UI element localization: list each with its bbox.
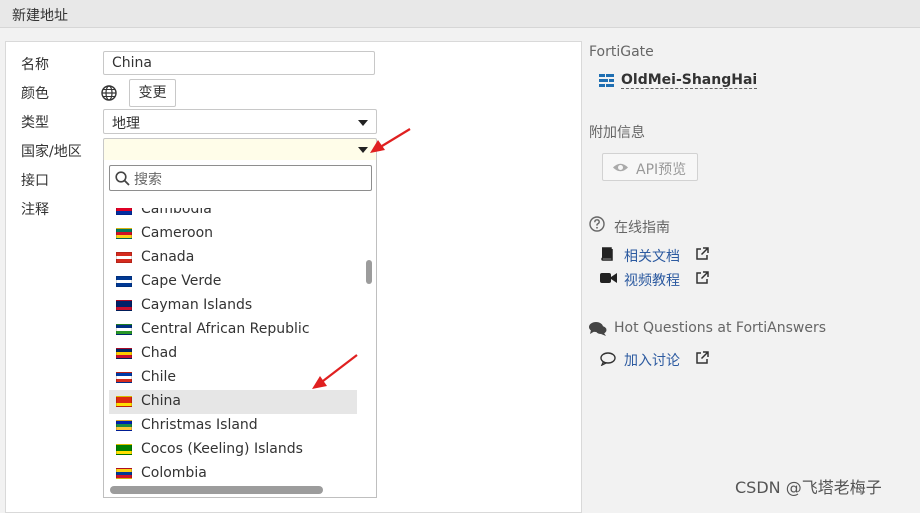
country-select[interactable] bbox=[103, 138, 377, 161]
globe-icon[interactable] bbox=[101, 85, 117, 101]
search-icon bbox=[115, 171, 130, 186]
country-search-input[interactable]: 搜索 bbox=[109, 165, 372, 191]
caret-down-icon bbox=[358, 120, 368, 126]
flag-icon bbox=[116, 300, 132, 311]
vertical-scrollbar[interactable] bbox=[366, 260, 372, 284]
online-guide-heading: 在线指南 bbox=[614, 220, 670, 236]
eye-icon bbox=[613, 163, 628, 172]
dialog-title-bar: 新建地址 bbox=[0, 0, 920, 28]
country-option[interactable]: Cameroon bbox=[109, 222, 357, 246]
watermark: CSDN @飞塔老梅子 bbox=[735, 478, 882, 497]
country-option[interactable]: Cocos (Keeling) Islands bbox=[109, 438, 357, 462]
country-option[interactable]: China bbox=[109, 390, 357, 414]
country-option-label: Central African Republic bbox=[141, 321, 310, 337]
related-docs-link[interactable]: 相关文档 bbox=[624, 246, 680, 266]
type-label: 类型 bbox=[21, 115, 49, 131]
country-option[interactable]: Colombia bbox=[109, 462, 357, 486]
change-color-button[interactable]: 变更 bbox=[129, 79, 176, 107]
api-preview-button[interactable]: API预览 bbox=[602, 153, 698, 181]
country-option-label: Cameroon bbox=[141, 225, 214, 241]
fortigate-heading: FortiGate bbox=[589, 44, 654, 60]
flag-icon bbox=[116, 348, 132, 359]
external-link-icon[interactable] bbox=[695, 247, 709, 261]
dialog-title: 新建地址 bbox=[12, 8, 68, 24]
comments-icon bbox=[589, 322, 607, 336]
country-option-label: Cape Verde bbox=[141, 273, 222, 289]
caret-down-icon bbox=[358, 147, 368, 153]
flag-icon bbox=[116, 444, 132, 455]
country-option[interactable]: Chad bbox=[109, 342, 357, 366]
fortigate-device-icon bbox=[599, 74, 614, 87]
address-form-panel: 名称 颜色 变更 类型 地理 国家/地区 接口 注释 搜索 CambodiaCa… bbox=[5, 41, 582, 513]
extra-info-heading: 附加信息 bbox=[589, 125, 645, 141]
type-select[interactable]: 地理 bbox=[103, 109, 377, 134]
horizontal-scrollbar[interactable] bbox=[110, 486, 323, 494]
country-option-label: Canada bbox=[141, 249, 195, 265]
flag-icon bbox=[116, 276, 132, 287]
flag-icon bbox=[116, 420, 132, 431]
comment-label: 注释 bbox=[21, 202, 49, 218]
external-link-icon[interactable] bbox=[695, 351, 709, 365]
country-option[interactable]: Christmas Island bbox=[109, 414, 357, 438]
country-list[interactable]: Cambodia Cameroon Canada Cape Verde Cayman I… bbox=[104, 208, 362, 488]
country-option-label: Cocos (Keeling) Islands bbox=[141, 441, 303, 457]
country-option-label: Christmas Island bbox=[141, 417, 258, 433]
country-option-label: Colombia bbox=[141, 465, 207, 481]
country-option-label: Cayman Islands bbox=[141, 297, 253, 313]
search-placeholder: 搜索 bbox=[134, 172, 162, 188]
api-preview-label: API预览 bbox=[636, 162, 687, 178]
interface-label: 接口 bbox=[21, 173, 49, 189]
country-option[interactable]: Cayman Islands bbox=[109, 294, 357, 318]
name-input[interactable] bbox=[103, 51, 375, 75]
type-select-value: 地理 bbox=[112, 116, 140, 132]
flag-icon bbox=[116, 252, 132, 263]
comment-icon bbox=[600, 352, 616, 366]
country-option-label: Chile bbox=[141, 369, 177, 385]
flag-icon bbox=[116, 208, 132, 215]
video-camera-icon bbox=[600, 273, 617, 283]
flag-icon bbox=[116, 468, 132, 479]
hot-questions-heading: Hot Questions at FortiAnswers bbox=[614, 320, 827, 336]
country-option[interactable]: Central African Republic bbox=[109, 318, 357, 342]
country-option-label: China bbox=[141, 393, 181, 409]
country-option[interactable]: Canada bbox=[109, 246, 357, 270]
question-circle-icon bbox=[589, 216, 605, 232]
country-option-label: Cambodia bbox=[141, 208, 212, 217]
country-option[interactable]: Chile bbox=[109, 366, 357, 390]
device-name[interactable]: OldMei-ShangHai bbox=[621, 72, 758, 89]
join-discussion-link[interactable]: 加入讨论 bbox=[624, 350, 680, 370]
external-link-icon[interactable] bbox=[695, 271, 709, 285]
book-icon bbox=[601, 247, 613, 261]
country-option-label: Chad bbox=[141, 345, 178, 361]
color-label: 颜色 bbox=[21, 86, 49, 102]
country-option[interactable]: Cambodia bbox=[109, 208, 357, 222]
country-label: 国家/地区 bbox=[21, 144, 82, 160]
country-dropdown[interactable]: 搜索 Cambodia Cameroon Canada Cape Verde Cayma… bbox=[103, 160, 377, 498]
flag-icon bbox=[116, 396, 132, 407]
flag-icon bbox=[116, 228, 132, 239]
country-option[interactable]: Cape Verde bbox=[109, 270, 357, 294]
name-label: 名称 bbox=[21, 57, 49, 73]
flag-icon bbox=[116, 372, 132, 383]
flag-icon bbox=[116, 324, 132, 335]
video-tutorial-link[interactable]: 视频教程 bbox=[624, 270, 680, 290]
